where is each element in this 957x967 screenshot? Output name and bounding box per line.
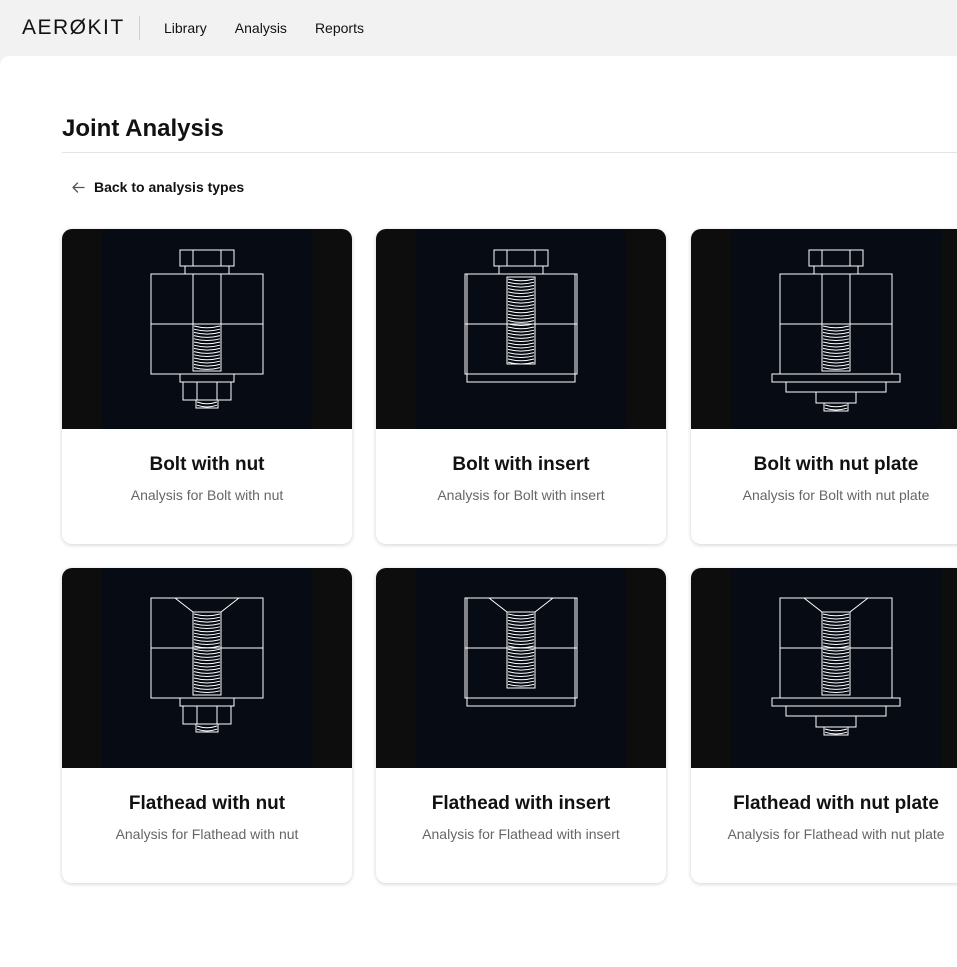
arrow-left-icon [72,181,85,193]
card-description: Analysis for Bolt with insert [437,487,605,503]
card-title: Flathead with nut plate [733,793,939,814]
nav-item-library[interactable]: Library [164,19,207,37]
card-image [376,568,666,768]
back-link-label: Back to analysis types [94,179,245,195]
joint-diagram-icon [731,568,941,768]
card-image [376,229,666,429]
joint-diagram-icon [416,229,626,429]
top-bar: AERØKIT Library Analysis Reports [0,0,957,56]
card-description: Analysis for Bolt with nut [130,487,284,503]
logo-divider [139,16,140,40]
page-title: Joint Analysis [62,115,224,142]
card-flathead-with-insert[interactable]: Flathead with insert Analysis for Flathe… [376,568,666,883]
card-flathead-with-nut-plate[interactable]: Flathead with nut plate Analysis for Fla… [691,568,957,883]
card-title: Flathead with insert [431,793,611,814]
card-bolt-with-insert[interactable]: Bolt with insert Analysis for Bolt with … [376,229,666,544]
joint-diagram-icon [102,229,312,429]
main-nav: Library Analysis Reports [164,19,364,37]
joint-diagram-icon [416,568,626,768]
card-title: Bolt with nut [149,454,265,475]
card-description: Analysis for Flathead with nut [115,826,299,842]
card-description: Analysis for Flathead with nut plate [727,826,945,842]
card-image [691,229,957,429]
card-flathead-with-nut[interactable]: Flathead with nut Analysis for Flathead … [62,568,352,883]
title-divider [62,152,957,153]
joint-diagram-icon [731,229,941,429]
card-bolt-with-nut-plate[interactable]: Bolt with nut plate Analysis for Bolt wi… [691,229,957,544]
card-title: Bolt with nut plate [753,454,919,475]
brand-logo[interactable]: AERØKIT [22,16,125,40]
card-description: Analysis for Flathead with insert [422,826,620,842]
card-image [62,568,352,768]
card-description: Analysis for Bolt with nut plate [742,487,930,503]
joint-diagram-icon [102,568,312,768]
card-title: Bolt with insert [452,454,590,475]
card-title: Flathead with nut [128,793,286,814]
back-link[interactable]: Back to analysis types [72,179,244,195]
card-image [691,568,957,768]
card-image [62,229,352,429]
nav-item-reports[interactable]: Reports [315,19,364,37]
nav-item-analysis[interactable]: Analysis [235,19,287,37]
card-bolt-with-nut[interactable]: Bolt with nut Analysis for Bolt with nut [62,229,352,544]
